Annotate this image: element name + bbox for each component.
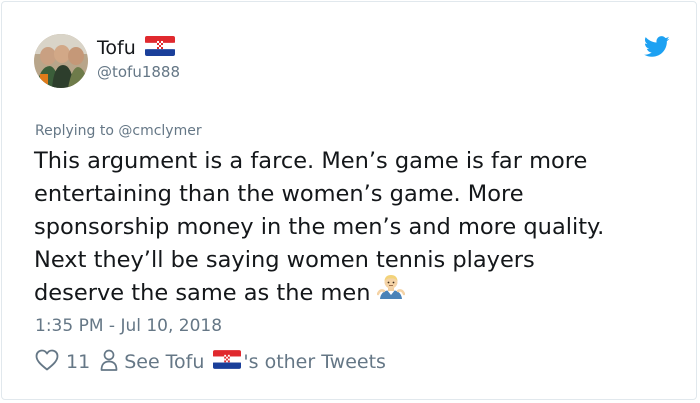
see-other-tweets-link[interactable]: See Tofu 's other Tweets — [100, 348, 386, 377]
name-row: Tofu — [97, 36, 175, 60]
tweet-text: This argument is a farce. Men’s game is … — [34, 145, 674, 310]
tweet-line: entertaining than the women’s game. More — [34, 181, 524, 207]
display-name[interactable]: Tofu — [97, 36, 136, 60]
croatia-flag-icon — [213, 350, 242, 374]
tweet-line: sponsorship money in the men’s and more … — [34, 214, 605, 240]
like-button[interactable]: 11 — [35, 349, 90, 376]
tweet-line: This argument is a farce. Men’s game is … — [34, 148, 588, 174]
avatar-photo-icon — [34, 34, 88, 88]
avatar[interactable] — [34, 34, 88, 88]
man-shrugging-emoji-icon — [376, 272, 405, 310]
twitter-bird-icon[interactable] — [643, 36, 670, 58]
tweet-line-text: deserve the same as the men — [34, 280, 371, 306]
person-icon — [100, 348, 118, 377]
like-count: 11 — [66, 351, 91, 373]
tweet-card: Tofu @tofu1888 Replying to @cmclymer Thi… — [1, 1, 697, 400]
tweet-timestamp[interactable]: 1:35 PM - Jul 10, 2018 — [35, 315, 222, 337]
other-tweets-suffix: 's other Tweets — [243, 351, 386, 373]
croatia-flag-icon — [144, 36, 175, 60]
tweet-actions: 11 See Tofu 's other Tweets — [35, 348, 386, 376]
replying-to[interactable]: Replying to @cmclymer — [35, 122, 202, 140]
user-handle[interactable]: @tofu1888 — [97, 62, 180, 82]
tweet-line: Next they’ll be saying women tennis play… — [34, 247, 535, 273]
tweet-line-last: deserve the same as the men — [34, 274, 674, 310]
heart-icon — [35, 349, 59, 376]
other-tweets-prefix: See Tofu — [124, 351, 205, 373]
